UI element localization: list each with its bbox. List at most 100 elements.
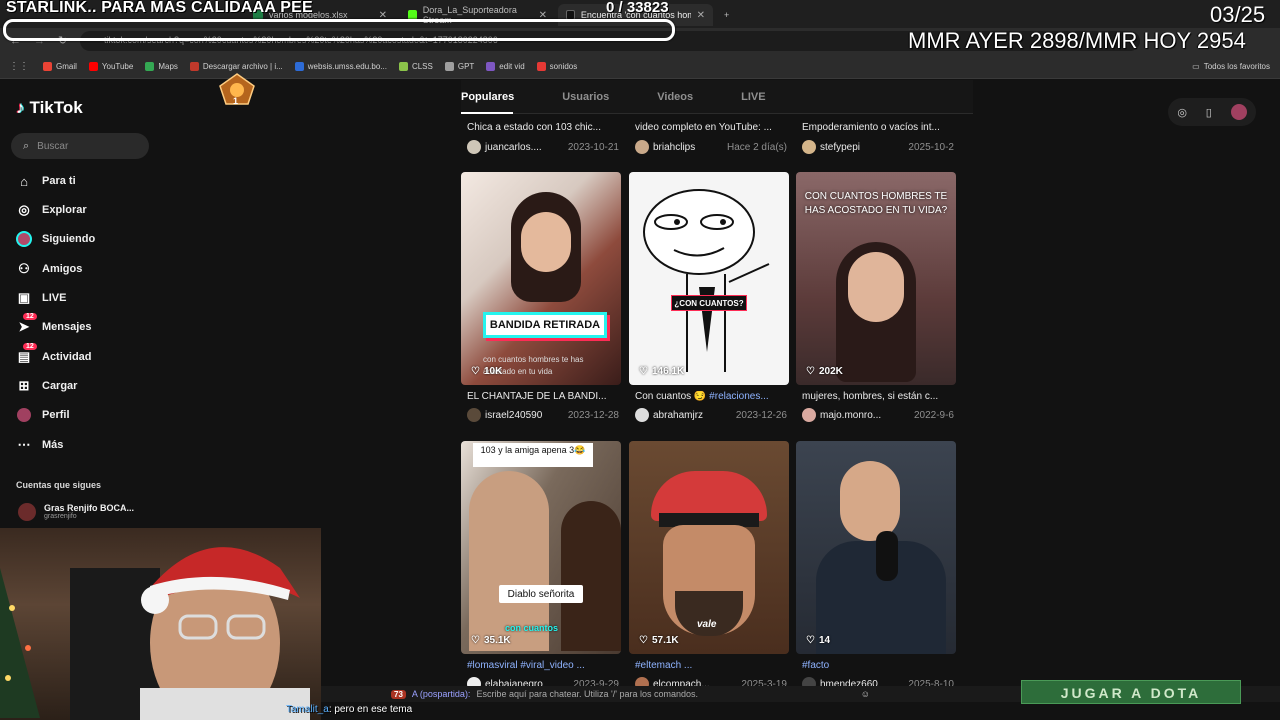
- video-thumbnail[interactable]: BANDIDA RETIRADA con cuantos hombres te …: [461, 172, 621, 385]
- like-count: ♡ 14: [806, 635, 831, 646]
- video-subtext: vale: [697, 619, 717, 630]
- video-card[interactable]: video completo en YouTube: ... briahclip…: [629, 118, 789, 158]
- heart-icon: ♡: [639, 635, 648, 646]
- sidebar-item-perfil[interactable]: Perfil: [16, 407, 70, 423]
- close-icon[interactable]: ✕: [697, 10, 705, 21]
- sidebar-item-siguiendo[interactable]: Siguiendo: [16, 231, 95, 247]
- tab-live[interactable]: LIVE: [741, 91, 765, 103]
- sidebar-item-para-ti[interactable]: ⌂ Para ti: [16, 173, 76, 189]
- home-icon: ⌂: [20, 173, 28, 189]
- sidebar-item-mensajes[interactable]: ➤ 12 Mensajes: [16, 313, 92, 335]
- video-author: majo.monro...: [820, 409, 882, 421]
- tiktok-note-icon: ♪: [16, 98, 25, 117]
- all-bookmarks[interactable]: ▭ Todos los favoritos: [1192, 62, 1270, 71]
- like-count: ♡ 35.1K: [471, 635, 511, 646]
- video-subtext: con cuantos: [505, 623, 559, 633]
- sidebar-item-actividad[interactable]: ▤ 12 Actividad: [16, 343, 92, 365]
- heart-icon: ♡: [471, 366, 480, 377]
- profile-icon: [16, 407, 32, 423]
- sidebar-item-mas[interactable]: ⋯ Más: [16, 437, 64, 453]
- bookmarks-bar: ⋮⋮ Gmail YouTube Maps Descargar archivo …: [0, 55, 1280, 79]
- bookmark-gmail[interactable]: Gmail: [43, 62, 77, 71]
- video-thumbnail[interactable]: ¿CON CUANTOS? ♡ 146.1K: [629, 172, 789, 385]
- video-date: 2022-9-6: [913, 409, 954, 421]
- like-count: ♡ 57.1K: [639, 635, 679, 646]
- chat-input[interactable]: Escribe aquí para chatear. Utiliza '/' p…: [476, 689, 698, 699]
- avatar: [802, 140, 816, 154]
- video-date: 2023-12-28: [567, 409, 619, 421]
- messages-icon: ➤ 12: [16, 313, 37, 335]
- more-icon: ⋯: [17, 437, 31, 452]
- video-top-text: 103 y la amiga apena 3😂: [473, 443, 593, 467]
- tab-populares[interactable]: Populares: [461, 91, 514, 103]
- viewer-count-overlay: 0 / 33823: [606, 0, 669, 16]
- chat-message: Tamalit_a: pero en ese tema: [286, 704, 412, 715]
- play-dota-button[interactable]: JUGAR A DOTA: [1021, 680, 1241, 704]
- webcam-overlay: [0, 528, 321, 720]
- chat-count-badge: 73: [391, 689, 406, 699]
- cartoon-drawing: [643, 189, 770, 372]
- chat-text: : pero en ese tema: [328, 704, 413, 715]
- new-tab-button[interactable]: +: [716, 4, 737, 26]
- bookmark-sonidos[interactable]: sonidos: [536, 62, 577, 71]
- bookmark-maps[interactable]: Maps: [145, 62, 178, 71]
- tab-videos[interactable]: Videos: [657, 91, 693, 103]
- activity-icon: ▤ 12: [16, 343, 37, 365]
- bookmark-edit-vid[interactable]: edit vid: [486, 62, 525, 71]
- apps-icon[interactable]: ⋮⋮: [9, 61, 29, 72]
- avatar[interactable]: [1230, 104, 1247, 120]
- video-caption[interactable]: #facto: [802, 660, 952, 671]
- clss-icon: [398, 62, 408, 71]
- video-date: 2023-12-26: [735, 409, 787, 421]
- avatar: [635, 140, 649, 154]
- tab-usuarios[interactable]: Usuarios: [562, 91, 609, 103]
- video-author: abrahamjrz: [653, 409, 704, 421]
- folder-icon: ▭: [1192, 62, 1200, 71]
- video-caption: Empoderamiento o vacíos int...: [802, 122, 940, 133]
- compass-icon[interactable]: ◎: [1177, 106, 1187, 119]
- video-author: juancarlos....: [485, 141, 542, 153]
- like-count: ♡ 146.1K: [639, 366, 685, 377]
- bookmark-youtube[interactable]: YouTube: [88, 62, 133, 71]
- video-caption[interactable]: #lomasviral #viral_video ...: [467, 660, 617, 671]
- edit-icon: [486, 62, 496, 71]
- video-caption: Con cuantos 😏 #relaciones...: [635, 391, 769, 402]
- video-overlay-text: Diablo señorita: [499, 585, 583, 603]
- emoji-icon[interactable]: ☺: [861, 689, 870, 699]
- websis-icon: [294, 62, 304, 71]
- following-account[interactable]: Gras Renjifo BOCA... grasrenjifo: [18, 503, 134, 521]
- heart-icon: ♡: [471, 635, 480, 646]
- video-caption: Chica a estado con 103 chic...: [467, 122, 601, 133]
- video-thumbnail[interactable]: CON CUANTOS HOMBRES TE HAS ACOSTADO EN T…: [796, 172, 956, 385]
- phone-icon[interactable]: ▯: [1206, 106, 1212, 119]
- search-tabs: Populares Usuarios Videos LIVE: [461, 80, 973, 114]
- tiktok-logo[interactable]: ♪ TikTok: [16, 98, 83, 118]
- sidebar-item-cargar[interactable]: ⊞ Cargar: [16, 378, 78, 394]
- video-author: briahclips: [653, 141, 696, 153]
- sidebar-item-explorar[interactable]: ◎ Explorar: [16, 202, 86, 218]
- bookmark-websis[interactable]: websis.umss.edu.bo...: [294, 62, 387, 71]
- webcam-scene: [0, 547, 310, 720]
- video-caption: mujeres, hombres, si están c...: [802, 391, 939, 402]
- video-overlay-text: ¿CON CUANTOS?: [671, 295, 747, 311]
- chat-author-line: A (pospartida):: [411, 689, 471, 699]
- video-overlay-text: BANDIDA RETIRADA: [483, 312, 607, 338]
- chat-username: Tamalit_a: [286, 704, 329, 715]
- heart-icon: ♡: [806, 366, 815, 377]
- sidebar-item-amigos[interactable]: ⚇ Amigos: [16, 261, 82, 277]
- search-input[interactable]: ⌕ Buscar: [11, 133, 149, 159]
- bookmark-gpt[interactable]: GPT: [444, 62, 474, 71]
- bookmark-clss[interactable]: CLSS: [398, 62, 433, 71]
- video-thumbnail[interactable]: ♡ 14: [796, 441, 956, 654]
- video-card[interactable]: Empoderamiento o vacíos int... stefypepi…: [796, 118, 956, 158]
- sidebar-item-live[interactable]: ▣ LIVE: [16, 290, 67, 306]
- video-thumbnail[interactable]: vale ♡ 57.1K: [629, 441, 789, 654]
- rank-medal-icon: 1: [214, 70, 260, 110]
- video-thumbnail[interactable]: 103 y la amiga apena 3😂 Diablo señorita …: [461, 441, 621, 654]
- video-author: stefypepi: [820, 141, 861, 153]
- heart-icon: ♡: [639, 366, 648, 377]
- video-caption[interactable]: #eltemach ...: [635, 660, 785, 671]
- top-right-toolbar: ◎ ▯: [1168, 98, 1256, 126]
- video-card[interactable]: Chica a estado con 103 chic... juancarlo…: [461, 118, 621, 158]
- avatar: [802, 408, 816, 422]
